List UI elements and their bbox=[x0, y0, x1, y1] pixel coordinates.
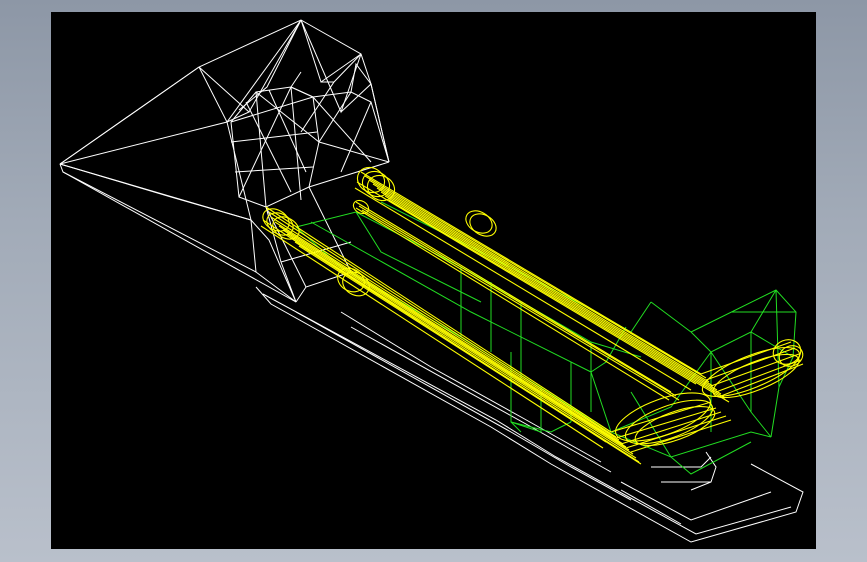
yellow-tube-wireframe bbox=[260, 166, 804, 465]
app-frame bbox=[0, 0, 867, 562]
tube-upper bbox=[354, 166, 730, 403]
tube-front-cross bbox=[610, 392, 732, 453]
wireframe-model bbox=[59, 19, 804, 543]
cad-viewport[interactable] bbox=[51, 12, 816, 549]
white-body-wireframe bbox=[59, 19, 804, 543]
tube-lower bbox=[260, 206, 642, 465]
